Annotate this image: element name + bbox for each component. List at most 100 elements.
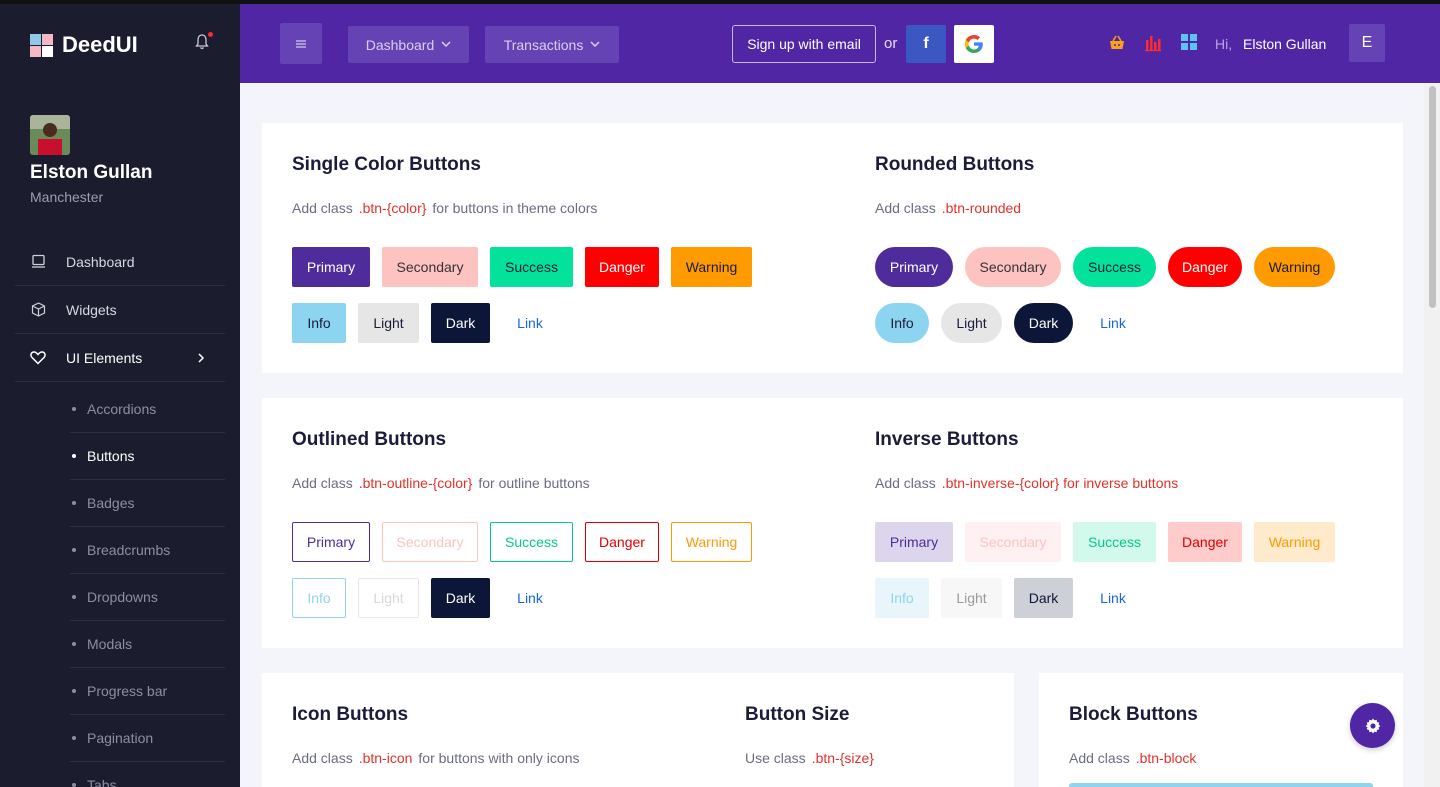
header-user-name[interactable]: Elston Gullan	[1243, 36, 1326, 52]
subnav-item-breadcrumbs[interactable]: Breadcrumbs	[70, 527, 225, 574]
chevron-right-icon	[197, 350, 205, 366]
info-button[interactable]: Info	[292, 303, 346, 343]
light-button[interactable]: Light	[358, 303, 419, 343]
outline-secondary-button[interactable]: Secondary	[382, 522, 478, 562]
section-description: Add class .btn-inverse-{color} for invers…	[875, 475, 1179, 491]
inverse-success-button[interactable]: Success	[1073, 522, 1156, 562]
outline-danger-button[interactable]: Danger	[585, 522, 659, 562]
bullet-icon	[72, 736, 76, 740]
rounded-primary-button[interactable]: Primary	[875, 247, 953, 287]
brand[interactable]: DeedUI	[30, 32, 138, 58]
dark-button[interactable]: Dark	[431, 303, 490, 343]
subnav-label: Dropdowns	[87, 589, 158, 605]
subnav-item-pagination[interactable]: Pagination	[70, 715, 225, 762]
outline-dark-button[interactable]: Dark	[431, 578, 490, 618]
subnav-item-buttons[interactable]: Buttons	[70, 433, 225, 480]
rounded-light-button[interactable]: Light	[941, 303, 1002, 343]
inverse-secondary-button[interactable]: Secondary	[965, 522, 1061, 562]
card-icon-size: Icon Buttons Add class .btn-icon for butto…	[262, 673, 1014, 787]
facebook-button[interactable]: f	[906, 25, 946, 63]
rounded-success-button[interactable]: Success	[1073, 247, 1156, 287]
outline-link-button[interactable]: Link	[502, 578, 558, 618]
brand-name: DeedUI	[62, 32, 138, 57]
subnav-item-tabs[interactable]: Tabs	[70, 762, 225, 787]
bullet-icon	[72, 642, 76, 646]
section-description: Add class .btn-outline-{color} for outline…	[292, 475, 590, 491]
rounded-danger-button[interactable]: Danger	[1168, 247, 1242, 287]
inverse-warning-button[interactable]: Warning	[1254, 522, 1335, 562]
inverse-light-button[interactable]: Light	[941, 578, 1002, 618]
bullet-icon	[72, 501, 76, 505]
sidebar-item-label: Dashboard	[66, 253, 135, 270]
sidebar-item-label: UI Elements	[66, 349, 143, 366]
danger-button[interactable]: Danger	[585, 247, 659, 287]
outline-success-button[interactable]: Success	[490, 522, 573, 562]
inverse-primary-button[interactable]: Primary	[875, 522, 953, 562]
rounded-link-button[interactable]: Link	[1085, 303, 1141, 343]
rounded-warning-button[interactable]: Warning	[1254, 247, 1335, 287]
heart-icon	[30, 350, 46, 366]
monitor-icon	[30, 254, 46, 270]
section-description: Add class .btn-rounded	[875, 200, 1022, 216]
card-outlined-inverse: Outlined Buttons Add class .btn-outline-{…	[262, 398, 1403, 648]
gear-icon	[1365, 718, 1380, 733]
section-title: Block Buttons	[1069, 704, 1198, 725]
sidebar-item-ui-elements[interactable]: UI Elements	[15, 334, 225, 382]
rounded-info-button[interactable]: Info	[875, 303, 929, 343]
bell-icon[interactable]	[195, 34, 209, 50]
dashboard-dropdown[interactable]: Dashboard	[348, 26, 469, 63]
inverse-dark-button[interactable]: Dark	[1014, 578, 1073, 618]
sidebar-item-dashboard[interactable]: Dashboard	[15, 238, 225, 286]
secondary-button[interactable]: Secondary	[382, 247, 478, 287]
basket-icon[interactable]	[1108, 34, 1126, 52]
section-title: Rounded Buttons	[875, 154, 1035, 175]
success-button[interactable]: Success	[490, 247, 573, 287]
outline-primary-button[interactable]: Primary	[292, 522, 370, 562]
subnav-item-dropdowns[interactable]: Dropdowns	[70, 574, 225, 621]
chevron-down-icon	[590, 39, 600, 50]
sidebar-item-label: Widgets	[66, 301, 117, 318]
signup-email-button[interactable]: Sign up with email	[732, 25, 876, 63]
apps-grid-icon[interactable]	[1180, 33, 1198, 51]
inverse-info-button[interactable]: Info	[875, 578, 929, 618]
brand-logo-icon	[30, 33, 53, 57]
sidebar: DeedUI Elston Gullan Manchester Dashboar…	[0, 4, 240, 787]
user-avatar-button[interactable]: E	[1349, 24, 1385, 62]
sidebar-subnav: Accordions Buttons Badges Breadcrumbs Dr…	[70, 386, 225, 787]
avatar[interactable]	[30, 115, 70, 155]
warning-button[interactable]: Warning	[671, 247, 752, 287]
rounded-secondary-button[interactable]: Secondary	[965, 247, 1061, 287]
bullet-icon	[72, 454, 76, 458]
bar-chart-icon[interactable]	[1144, 34, 1162, 52]
section-description: Add class .btn-{color} for buttons in them…	[292, 200, 598, 216]
link-button[interactable]: Link	[502, 303, 558, 343]
scrollbar-thumb[interactable]	[1429, 86, 1436, 308]
primary-button[interactable]: Primary	[292, 247, 370, 287]
settings-fab-button[interactable]	[1350, 703, 1395, 748]
bullet-icon	[72, 689, 76, 693]
section-description: Use class .btn-{size}	[745, 750, 874, 766]
subnav-item-accordions[interactable]: Accordions	[70, 386, 225, 433]
rounded-dark-button[interactable]: Dark	[1014, 303, 1073, 343]
transactions-dropdown[interactable]: Transactions	[485, 26, 619, 63]
google-button[interactable]	[954, 25, 994, 63]
hamburger-icon	[296, 39, 306, 48]
inverse-link-button[interactable]: Link	[1085, 578, 1141, 618]
subnav-item-badges[interactable]: Badges	[70, 480, 225, 527]
outline-info-button[interactable]: Info	[292, 578, 346, 618]
notification-dot	[208, 32, 213, 37]
subnav-label: Buttons	[87, 448, 135, 464]
section-title: Inverse Buttons	[875, 429, 1019, 450]
menu-toggle-button[interactable]	[280, 23, 322, 64]
block-button[interactable]	[1069, 783, 1373, 787]
subnav-item-modals[interactable]: Modals	[70, 621, 225, 668]
sidebar-item-widgets[interactable]: Widgets	[15, 286, 225, 334]
subnav-label: Accordions	[87, 401, 157, 417]
or-text: or	[884, 35, 898, 52]
inverse-danger-button[interactable]: Danger	[1168, 522, 1242, 562]
subnav-item-progress-bar[interactable]: Progress bar	[70, 668, 225, 715]
outline-warning-button[interactable]: Warning	[671, 522, 752, 562]
outline-light-button[interactable]: Light	[358, 578, 419, 618]
google-icon	[964, 35, 983, 53]
user-city: Manchester	[30, 189, 104, 205]
